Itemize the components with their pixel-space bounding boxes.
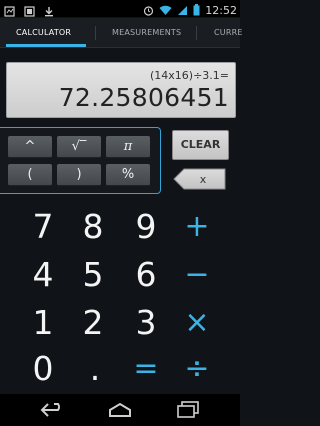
clear-button[interactable]: CLEAR (172, 130, 229, 160)
back-icon[interactable] (40, 402, 66, 422)
key-7[interactable]: 7 (24, 208, 62, 246)
recent-apps-icon[interactable] (176, 401, 200, 423)
tab-separator (196, 26, 197, 40)
key-3[interactable]: 3 (127, 304, 165, 342)
clock: 12:52 (205, 4, 237, 17)
pi-button[interactable]: π (106, 136, 150, 158)
tab-measurements[interactable]: MEASUREMENTS (112, 18, 181, 47)
multiply-button[interactable]: × (178, 304, 216, 342)
key-9[interactable]: 9 (127, 208, 165, 246)
plus-button[interactable]: + (178, 208, 216, 246)
key-0[interactable]: 0 (24, 350, 62, 388)
navigation-bar (0, 394, 240, 426)
backspace-button[interactable]: x (172, 168, 227, 190)
status-bar: 12:52 (0, 0, 240, 17)
tab-bar: CALCULATOR MEASUREMENTS CURRE (0, 18, 243, 48)
key-1[interactable]: 1 (24, 304, 62, 342)
home-icon[interactable] (107, 402, 133, 422)
close-paren-button[interactable]: ) (57, 164, 101, 186)
key-6[interactable]: 6 (127, 256, 165, 294)
open-paren-button[interactable]: ( (8, 164, 52, 186)
result-text: 72.25806451 (58, 83, 229, 112)
tab-separator (95, 26, 96, 40)
percent-button[interactable]: % (106, 164, 150, 186)
calculator-display: (14x16)÷3.1= 72.25806451 (6, 62, 236, 118)
divide-button[interactable]: ÷ (178, 350, 216, 388)
backspace-label: x (200, 173, 207, 186)
key-2[interactable]: 2 (74, 304, 112, 342)
minus-button[interactable]: − (178, 256, 216, 294)
tab-calculator[interactable]: CALCULATOR (16, 18, 71, 47)
expression-text: (14x16)÷3.1= (149, 69, 229, 82)
decimal-point-button[interactable]: . (76, 350, 114, 388)
sqrt-button[interactable]: √‾ (57, 136, 101, 158)
function-panel: ^ √‾ π ( ) % (0, 127, 161, 194)
key-8[interactable]: 8 (74, 208, 112, 246)
active-tab-indicator (6, 44, 86, 47)
tab-currency[interactable]: CURRE (214, 18, 243, 47)
backspace-icon: x (173, 168, 226, 190)
equals-button[interactable]: = (127, 350, 165, 388)
key-4[interactable]: 4 (24, 256, 62, 294)
key-5[interactable]: 5 (74, 256, 112, 294)
power-button[interactable]: ^ (8, 136, 52, 158)
